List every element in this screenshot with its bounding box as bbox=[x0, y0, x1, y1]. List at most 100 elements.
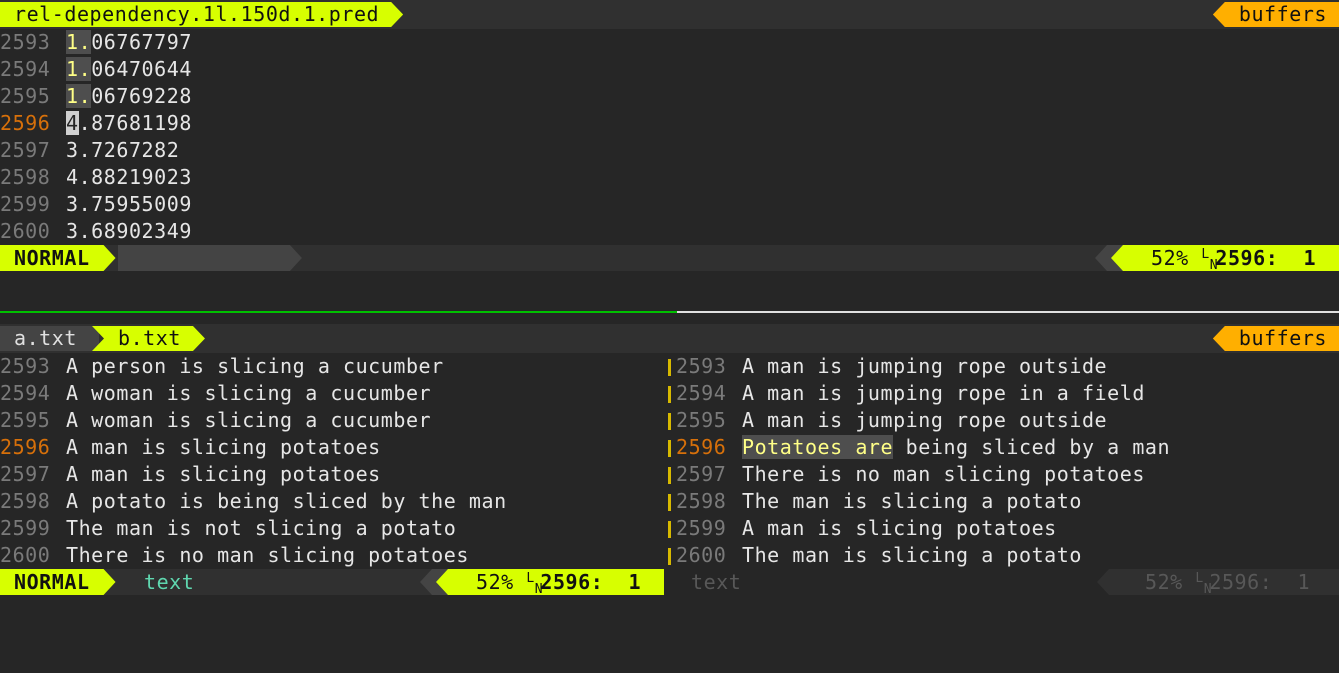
line-number: 2600 bbox=[0, 542, 66, 569]
line-text: A man is jumping rope outside bbox=[742, 408, 1108, 432]
top-statusline: NORMAL master 52% L N2596: 1 bbox=[0, 245, 1339, 271]
line-number-current: 2596 bbox=[0, 434, 66, 461]
line-number: 2599 bbox=[676, 515, 742, 542]
scroll-percent: 52% bbox=[476, 570, 514, 594]
editor-line-current: 2596 4.87681198 bbox=[0, 110, 1339, 137]
text-cursor: 4 bbox=[66, 111, 79, 135]
line-text: 06769228 bbox=[91, 84, 192, 108]
editor-line: 2597 A man is slicing potatoes bbox=[0, 461, 668, 488]
line-text: A woman is slicing a cucumber bbox=[66, 381, 432, 405]
editor-line: 2593 A man is jumping rope outside bbox=[676, 353, 1339, 380]
tab-b-txt[interactable]: b.txt bbox=[92, 326, 205, 351]
line-text: A man is slicing potatoes bbox=[66, 462, 381, 486]
editor-line: 2600 The man is slicing a potato bbox=[676, 542, 1339, 569]
line-text: A man is jumping rope outside bbox=[742, 354, 1108, 378]
top-tabline: rel-dependency.1l.150d.1.pred buffers bbox=[0, 0, 1339, 29]
scroll-percent: 52% bbox=[1145, 570, 1183, 594]
line-number: 2597 bbox=[0, 461, 66, 488]
line-number: 2594 bbox=[676, 380, 742, 407]
cursor-position: 52% L N2596: 1 bbox=[436, 569, 664, 595]
editor-line: 2598 A potato is being sliced by the man bbox=[0, 488, 668, 515]
split-bar-segment bbox=[668, 359, 671, 376]
editor-line: 2600 3.68902349 bbox=[0, 218, 1339, 245]
line-number-current: 2596 bbox=[676, 434, 742, 461]
editor-line: 2593 1.06767797 bbox=[0, 29, 1339, 56]
line-text: There is no man slicing potatoes bbox=[742, 462, 1145, 486]
mode-indicator: NORMAL bbox=[0, 569, 116, 595]
line-number: 2595 bbox=[0, 83, 66, 110]
cursor-position: 52% L N2596: 1 bbox=[1145, 569, 1310, 595]
filetype-label: text bbox=[144, 570, 195, 594]
scroll-percent: 52% bbox=[1151, 246, 1189, 270]
editor-line: 2594 A woman is slicing a cucumber bbox=[0, 380, 668, 407]
line-number-icon: L N bbox=[526, 570, 544, 597]
editor-line: 2595 1.06769228 bbox=[0, 83, 1339, 110]
editor-line-current: 2596 A man is slicing potatoes bbox=[0, 434, 668, 461]
split-bar-segment bbox=[668, 413, 671, 430]
line-number: 2599 bbox=[0, 515, 66, 542]
left-editor-window[interactable]: 2593 A person is slicing a cucumber 2594 A… bbox=[0, 353, 668, 569]
editor-line: 2597 3.7267282 bbox=[0, 137, 1339, 164]
separator-fill bbox=[0, 313, 1339, 324]
top-editor[interactable]: 2593 1.06767797 2594 1.06470644 2595 1.0676… bbox=[0, 29, 1339, 245]
position-section: 52% L N2596: 1 bbox=[420, 569, 664, 595]
line-text: A man is slicing potatoes bbox=[66, 435, 381, 459]
editor-line: 2599 A man is slicing potatoes bbox=[676, 515, 1339, 542]
split-bar-segment bbox=[668, 521, 671, 538]
mode-indicator: NORMAL bbox=[0, 245, 116, 271]
editor-line: 2594 A man is jumping rope in a field bbox=[676, 380, 1339, 407]
line-text: A person is slicing a cucumber bbox=[66, 354, 444, 378]
editor-line: 2600 There is no man slicing potatoes bbox=[0, 542, 668, 569]
line-text: 06470644 bbox=[91, 57, 192, 81]
editor-line: 2599 3.75955009 bbox=[0, 191, 1339, 218]
search-highlight: 1. bbox=[66, 57, 92, 81]
buffers-label[interactable]: buffers bbox=[1212, 326, 1339, 351]
vertical-split[interactable] bbox=[668, 353, 671, 569]
line-text: 06767797 bbox=[91, 30, 192, 54]
line-number: 2599 bbox=[0, 191, 66, 218]
line-text: A potato is being sliced by the man bbox=[66, 489, 507, 513]
split-bar-segment bbox=[668, 494, 671, 511]
line-column: 2596: 1 bbox=[1209, 570, 1311, 594]
line-column: 2596: 1 bbox=[1215, 246, 1317, 270]
line-number: 2593 bbox=[0, 29, 66, 56]
line-column: 2596: 1 bbox=[540, 570, 642, 594]
line-text: A man is slicing potatoes bbox=[742, 516, 1057, 540]
line-number-current: 2596 bbox=[0, 110, 66, 137]
editor-line: 2593 A person is slicing a cucumber bbox=[0, 353, 668, 380]
line-text: .87681198 bbox=[78, 111, 192, 135]
split-bar-segment bbox=[668, 440, 671, 457]
git-branch: master bbox=[118, 245, 302, 271]
line-text: 3.7267282 bbox=[66, 138, 180, 162]
tab-a-txt[interactable]: a.txt bbox=[0, 326, 99, 351]
line-number: 2597 bbox=[676, 461, 742, 488]
right-editor-window[interactable]: 2593 A man is jumping rope outside 2594 A … bbox=[676, 353, 1339, 569]
line-number: 2594 bbox=[0, 56, 66, 83]
line-text: 3.75955009 bbox=[66, 192, 192, 216]
command-line[interactable] bbox=[0, 271, 1339, 311]
search-highlight: Potatoes are bbox=[742, 435, 894, 459]
editor-line: 2594 1.06470644 bbox=[0, 56, 1339, 83]
split-bar-segment bbox=[668, 467, 671, 484]
line-number: 2595 bbox=[676, 407, 742, 434]
line-number: 2598 bbox=[676, 488, 742, 515]
line-number: 2598 bbox=[0, 164, 66, 191]
line-number: 2593 bbox=[0, 353, 66, 380]
line-text: A woman is slicing a cucumber bbox=[66, 408, 432, 432]
cursor-position: 52% L N2596: 1 bbox=[1111, 245, 1339, 271]
line-number: 2598 bbox=[0, 488, 66, 515]
line-text: A man is jumping rope in a field bbox=[742, 381, 1145, 405]
line-number: 2595 bbox=[0, 407, 66, 434]
search-highlight: 1. bbox=[66, 30, 92, 54]
buffers-label[interactable]: buffers bbox=[1212, 2, 1339, 27]
editor-line: 2598 The man is slicing a potato bbox=[676, 488, 1339, 515]
line-text: The man is slicing a potato bbox=[742, 489, 1082, 513]
line-text: 3.68902349 bbox=[66, 219, 192, 243]
line-text: 4.88219023 bbox=[66, 165, 192, 189]
right-statusline: text 52% L N2596: 1 bbox=[677, 569, 1339, 595]
line-number-icon: L N bbox=[1201, 246, 1219, 273]
search-highlight: 1. bbox=[66, 84, 92, 108]
bottom-tabline: a.txt b.txt buffers bbox=[0, 324, 1339, 353]
filetype-label: text bbox=[691, 570, 742, 594]
tab-pred-file[interactable]: rel-dependency.1l.150d.1.pred bbox=[0, 2, 403, 27]
